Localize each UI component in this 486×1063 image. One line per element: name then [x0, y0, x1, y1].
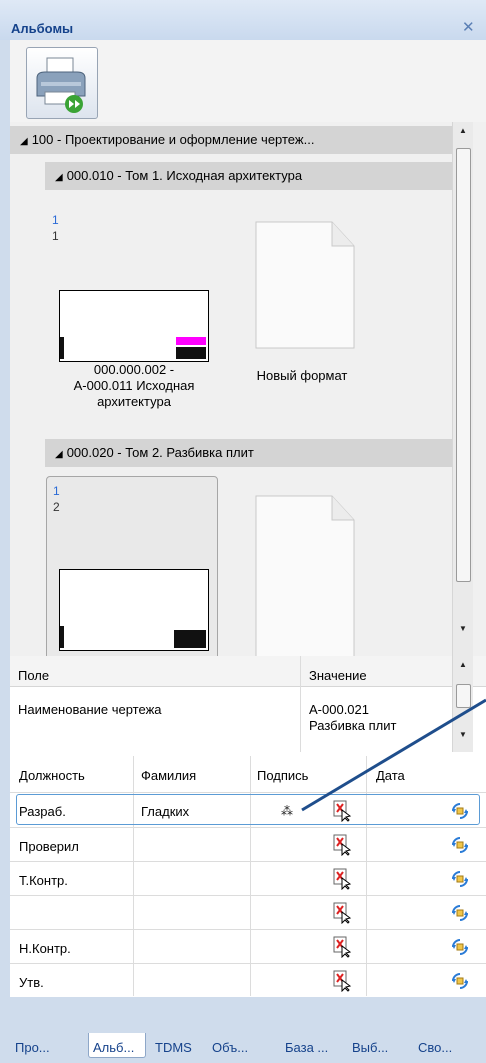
column-header-role[interactable]: Должность: [19, 768, 85, 783]
drawing-thumbnail[interactable]: [59, 569, 209, 651]
handwritten-signature-icon: ⁂: [281, 804, 293, 818]
blank-document-icon[interactable]: [246, 218, 358, 352]
sheet-subnumber: 2: [53, 500, 60, 514]
date-set-icon[interactable]: [451, 870, 469, 888]
drawing-thumbnail[interactable]: [59, 290, 209, 362]
properties-scrollbar[interactable]: ▲ ▼: [452, 656, 473, 752]
sheet-number: 1: [52, 213, 59, 227]
row-divider: [10, 963, 486, 964]
sign-pick-icon[interactable]: [332, 902, 352, 924]
tab-albums[interactable]: Альб...: [93, 1040, 134, 1055]
row-divider: [10, 792, 486, 793]
scroll-down-icon[interactable]: ▼: [459, 730, 467, 739]
close-icon[interactable]: ✕: [462, 18, 475, 36]
panel-title: Альбомы: [11, 21, 74, 36]
scroll-up-icon[interactable]: ▲: [459, 126, 467, 135]
scroll-thumb[interactable]: [456, 684, 471, 708]
scroll-thumb[interactable]: [456, 148, 471, 582]
collapse-triangle-icon[interactable]: ◢: [55, 449, 63, 460]
tab-database[interactable]: База ...: [285, 1040, 328, 1055]
role-cell[interactable]: Проверил: [19, 839, 79, 855]
date-set-icon[interactable]: [451, 972, 469, 990]
caption-line: А-000.011 Исходная: [73, 378, 195, 393]
printer-forward-icon: [36, 57, 86, 113]
column-header-date[interactable]: Дата: [376, 768, 405, 783]
panel-header: Альбомы ✕: [0, 0, 486, 40]
sign-pick-icon[interactable]: [332, 970, 352, 992]
date-set-icon[interactable]: [451, 802, 469, 820]
signatures-table: Должность Фамилия Подпись Дата Разраб. Г…: [10, 752, 486, 997]
print-albums-button[interactable]: [26, 47, 98, 119]
date-set-icon[interactable]: [451, 938, 469, 956]
date-set-icon[interactable]: [451, 836, 469, 854]
role-cell[interactable]: Т.Контр.: [19, 873, 68, 889]
album-label: 000.020 - Том 2. Разбивка плит: [66, 445, 254, 460]
album-header[interactable]: ◢ 000.010 - Том 1. Исходная архитектура: [45, 162, 452, 190]
sign-pick-icon[interactable]: [332, 936, 352, 958]
sheet-numbers: 1 2: [53, 483, 60, 515]
row-divider: [10, 929, 486, 930]
tab-properties[interactable]: Сво...: [418, 1040, 452, 1055]
album-label: 000.010 - Том 1. Исходная архитектура: [66, 168, 303, 183]
role-cell[interactable]: Н.Контр.: [19, 941, 71, 957]
sign-pick-icon[interactable]: [332, 868, 352, 890]
property-value-line: А-000.021: [309, 702, 369, 717]
caption-line: архитектура: [97, 394, 171, 409]
scroll-down-icon[interactable]: ▼: [459, 624, 467, 633]
row-divider: [10, 861, 486, 862]
column-divider: [300, 656, 301, 752]
properties-grid: Поле Значение Наименование чертежа А-000…: [10, 656, 486, 752]
tab-project[interactable]: Про...: [15, 1040, 50, 1055]
signature-row-selected[interactable]: [16, 794, 480, 825]
sheet-caption[interactable]: Новый формат: [242, 368, 362, 384]
sign-pick-icon[interactable]: [332, 800, 352, 822]
row-divider: [10, 827, 486, 828]
column-header-signature[interactable]: Подпись: [257, 768, 308, 783]
column-header-value[interactable]: Значение: [309, 668, 367, 684]
property-value-line: Разбивка плит: [309, 718, 397, 733]
sheet-subnumber: 1: [52, 229, 59, 243]
sheet-caption[interactable]: 000.000.002 - А-000.011 Исходная архитек…: [54, 362, 214, 410]
collapse-triangle-icon[interactable]: ◢: [55, 172, 63, 183]
tree-scrollbar[interactable]: ▲ ▼: [452, 122, 473, 656]
blank-document-icon[interactable]: [246, 492, 358, 656]
album-header[interactable]: ◢ 000.020 - Том 2. Разбивка плит: [45, 439, 452, 467]
role-cell[interactable]: Утв.: [19, 975, 44, 991]
property-value[interactable]: А-000.021 Разбивка плит: [309, 702, 396, 734]
scroll-up-icon[interactable]: ▲: [459, 660, 467, 669]
name-cell[interactable]: Гладких: [141, 804, 189, 820]
row-divider: [10, 895, 486, 896]
sheet-number: 1: [53, 484, 60, 498]
tree-root-header[interactable]: ◢ 100 - Проектирование и оформление черте…: [10, 126, 452, 154]
property-field: Наименование чертежа: [18, 702, 162, 717]
tab-selection[interactable]: Выб...: [352, 1040, 388, 1055]
tab-objects[interactable]: Объ...: [212, 1040, 248, 1055]
tree-root-label: 100 - Проектирование и оформление чертеж…: [31, 132, 315, 147]
column-header-field[interactable]: Поле: [18, 668, 49, 684]
tab-tdms[interactable]: TDMS: [155, 1040, 192, 1055]
album-tree: ◢ 100 - Проектирование и оформление черте…: [10, 122, 486, 656]
role-cell[interactable]: Разраб.: [19, 804, 66, 820]
sheet-numbers: 1 1: [52, 212, 59, 244]
date-set-icon[interactable]: [451, 904, 469, 922]
collapse-triangle-icon[interactable]: ◢: [20, 136, 28, 147]
sign-pick-icon[interactable]: [332, 834, 352, 856]
caption-line: 000.000.002 -: [93, 362, 175, 377]
selected-sheet[interactable]: 1 2: [46, 476, 218, 656]
column-header-name[interactable]: Фамилия: [141, 768, 196, 783]
